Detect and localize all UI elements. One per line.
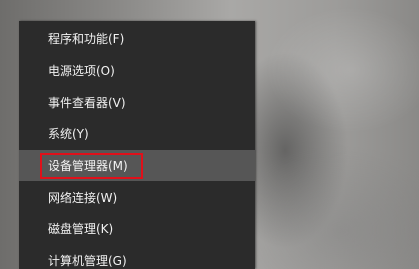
menu-item-device-manager[interactable]: 设备管理器(M)	[19, 150, 255, 181]
menu-item-label: 磁盘管理(K)	[48, 222, 114, 236]
menu-item-computer-management[interactable]: 计算机管理(G)	[19, 245, 255, 269]
menu-item-programs-and-features[interactable]: 程序和功能(F)	[19, 23, 255, 54]
menu-item-label: 计算机管理(G)	[48, 254, 127, 268]
menu-item-network-connections[interactable]: 网络连接(W)	[19, 182, 255, 213]
menu-item-power-options[interactable]: 电源选项(O)	[19, 55, 255, 86]
winx-context-menu: 程序和功能(F) 电源选项(O) 事件查看器(V) 系统(Y) 设备管理器(M)…	[19, 21, 255, 269]
menu-item-label: 电源选项(O)	[48, 64, 115, 78]
menu-item-event-viewer[interactable]: 事件查看器(V)	[19, 87, 255, 118]
menu-item-label: 网络连接(W)	[48, 191, 118, 205]
menu-item-label: 程序和功能(F)	[48, 32, 125, 46]
menu-item-label: 系统(Y)	[48, 127, 89, 141]
menu-item-label: 设备管理器(M)	[48, 159, 128, 173]
menu-item-system[interactable]: 系统(Y)	[19, 118, 255, 149]
menu-item-disk-management[interactable]: 磁盘管理(K)	[19, 213, 255, 244]
menu-item-label: 事件查看器(V)	[48, 96, 126, 110]
